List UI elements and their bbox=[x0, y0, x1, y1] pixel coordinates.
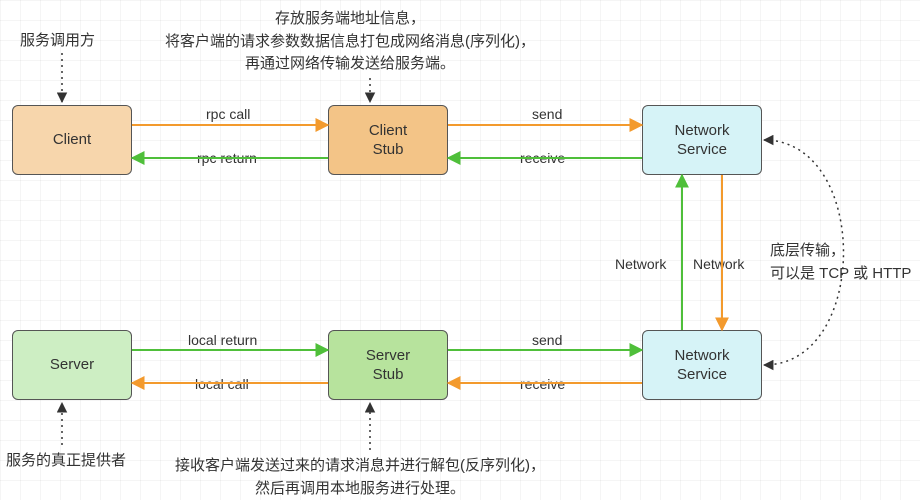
node-client-label: Client bbox=[53, 130, 91, 150]
node-server-label: Server bbox=[50, 355, 94, 375]
note-transport: 底层传输， 可以是 TCP 或 HTTP bbox=[770, 240, 911, 285]
node-network-top: Network Service bbox=[642, 105, 762, 175]
label-local-call: local call bbox=[195, 376, 249, 392]
label-send-top: send bbox=[532, 106, 562, 122]
note-server-stub: 接收客户端发送过来的请求消息并进行解包(反序列化)， 然后再调用本地服务进行处理… bbox=[175, 455, 545, 500]
label-rpc-return: rpc return bbox=[197, 150, 257, 166]
node-server: Server bbox=[12, 330, 132, 400]
label-recv-top: receive bbox=[520, 150, 565, 166]
node-client-stub-label: Client Stub bbox=[369, 121, 407, 160]
node-network-top-label: Network Service bbox=[674, 121, 729, 160]
node-client-stub: Client Stub bbox=[328, 105, 448, 175]
node-server-stub: Server Stub bbox=[328, 330, 448, 400]
note-client-stub: 存放服务端地址信息， 将客户端的请求参数数据信息打包成网络消息(序列化)， 再通… bbox=[165, 8, 535, 76]
label-net-right: Network bbox=[693, 256, 744, 272]
node-client: Client bbox=[12, 105, 132, 175]
node-network-bottom-label: Network Service bbox=[674, 346, 729, 385]
label-local-ret: local return bbox=[188, 332, 257, 348]
note-caller: 服务调用方 bbox=[20, 30, 95, 53]
label-rpc-call: rpc call bbox=[206, 106, 250, 122]
node-network-bottom: Network Service bbox=[642, 330, 762, 400]
label-net-left: Network bbox=[615, 256, 666, 272]
node-server-stub-label: Server Stub bbox=[366, 346, 410, 385]
label-recv-bot: receive bbox=[520, 376, 565, 392]
label-send-bot: send bbox=[532, 332, 562, 348]
note-provider: 服务的真正提供者 bbox=[6, 450, 126, 473]
